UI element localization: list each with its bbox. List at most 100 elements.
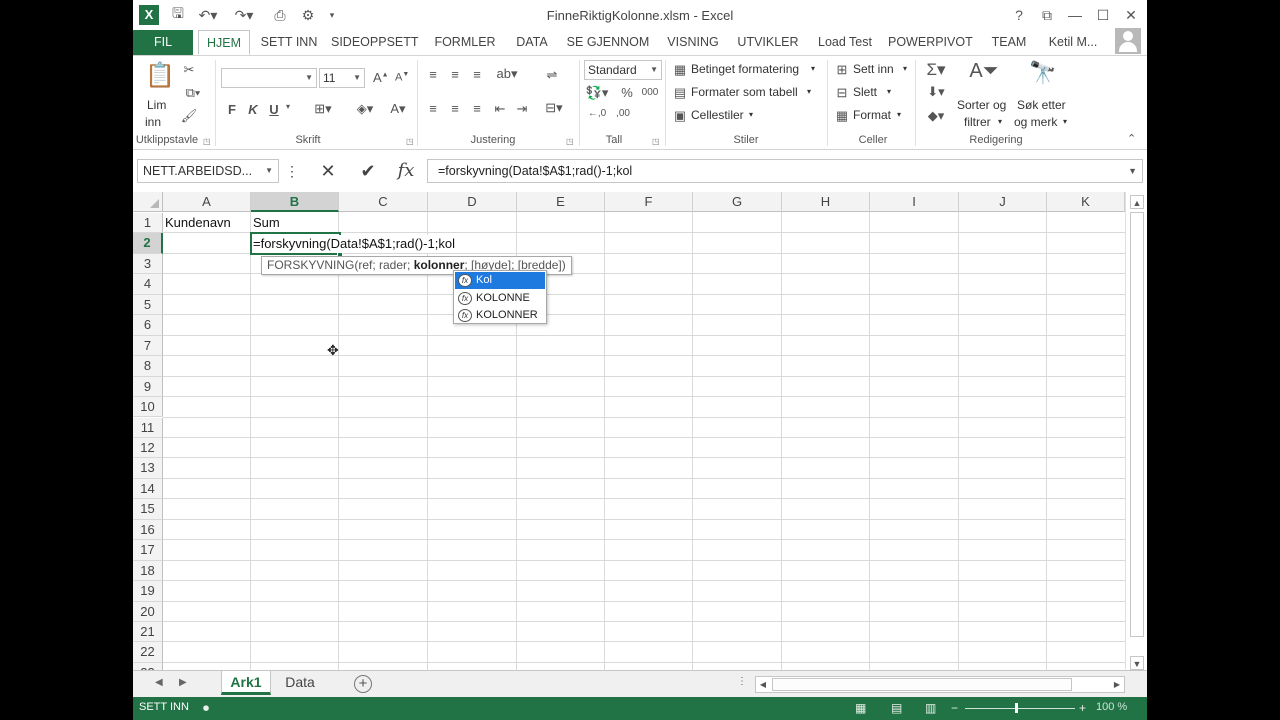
find-select-label-1[interactable]: Søk etter [1017, 98, 1066, 112]
scroll-left-icon[interactable]: ◀ [756, 678, 770, 691]
italic-button[interactable]: K [246, 102, 260, 117]
conditional-formatting-dropdown-icon[interactable]: ▾ [811, 64, 815, 73]
clipboard-launcher-icon[interactable]: ◳ [203, 137, 211, 146]
find-select-icon[interactable]: 🔭 [1026, 60, 1060, 86]
cell-edit-text[interactable]: =forskyvning(Data!$A$1;rad()-1;kol [253, 235, 457, 253]
format-cells-button[interactable]: Format [853, 108, 891, 122]
sort-filter-label-1[interactable]: Sorter og [957, 98, 1006, 112]
format-as-table-dropdown-icon[interactable]: ▾ [807, 87, 811, 96]
underline-button[interactable]: U [267, 102, 281, 117]
bold-button[interactable]: F [225, 102, 239, 117]
format-as-table-button[interactable]: Formater som tabell [691, 85, 798, 99]
delete-cells-icon[interactable]: ⊟ [834, 85, 850, 101]
conditional-formatting-button[interactable]: Betinget formatering [691, 62, 799, 76]
cell-styles-icon[interactable]: ▣ [672, 108, 688, 124]
page-layout-view-icon[interactable]: ▤ [891, 701, 902, 715]
column-header-b[interactable]: B [251, 192, 339, 212]
tab-developer[interactable]: UTVIKLER [734, 30, 802, 55]
thousands-icon[interactable]: 000 [640, 87, 660, 98]
help-button[interactable]: ? [1007, 5, 1031, 25]
wrap-text-icon[interactable]: ⇌ [543, 67, 561, 83]
select-all-button[interactable] [133, 192, 163, 212]
formula-input[interactable]: =forskyvning(Data!$A$1;rad()-1;kol ▼ [427, 159, 1143, 183]
row-header-1[interactable]: 1 [133, 213, 163, 234]
tab-insert[interactable]: SETT INN [256, 30, 322, 55]
insert-cells-button[interactable]: Sett inn [853, 62, 894, 76]
collapse-ribbon-icon[interactable]: ⌃ [1127, 132, 1136, 145]
user-avatar[interactable] [1115, 28, 1141, 54]
worksheet-grid[interactable]: A B C D E F G H I J K 1 2 3 4 5 6 7 8 9 10 11 12 13 1… [133, 192, 1125, 670]
row-header-11[interactable]: 11 [133, 417, 163, 438]
scroll-down-icon[interactable]: ▼ [1130, 656, 1144, 670]
insert-function-icon[interactable]: fx [393, 159, 419, 183]
row-header-15[interactable]: 15 [133, 499, 163, 520]
cell-styles-button[interactable]: Cellestiler [691, 108, 744, 122]
zoom-slider-knob[interactable] [1015, 703, 1018, 713]
row-header-13[interactable]: 13 [133, 458, 163, 479]
scroll-up-icon[interactable]: ▲ [1130, 195, 1144, 209]
find-select-dropdown-icon[interactable]: ▾ [1063, 117, 1067, 126]
align-top-icon[interactable]: ≡ [424, 67, 442, 82]
column-header-k[interactable]: K [1047, 192, 1125, 212]
borders-icon[interactable]: ⊞▾ [309, 101, 337, 117]
autocomplete-item[interactable]: fx KOLONNER [455, 307, 545, 324]
row-header-5[interactable]: 5 [133, 294, 163, 316]
name-box[interactable]: NETT.ARBEIDSD... ▼ [137, 159, 279, 183]
tab-file[interactable]: FIL [133, 30, 193, 55]
maximize-button[interactable]: ☐ [1091, 5, 1115, 25]
underline-dropdown-icon[interactable]: ▾ [283, 102, 293, 111]
next-sheet-icon[interactable]: ▶ [179, 677, 187, 688]
tab-data[interactable]: DATA [511, 30, 553, 55]
column-header-g[interactable]: G [693, 192, 782, 212]
sheet-tab-ark1[interactable]: Ark1 [221, 671, 271, 695]
format-cells-icon[interactable]: ▦ [834, 108, 850, 124]
format-cells-dropdown-icon[interactable]: ▾ [897, 110, 901, 119]
find-select-label-2[interactable]: og merk [1014, 115, 1057, 129]
fill-color-icon[interactable]: ◈▾ [351, 101, 379, 117]
row-header-4[interactable]: 4 [133, 274, 163, 295]
autocomplete-list[interactable]: fx Kol fx KOLONNE fx KOLONNER [453, 270, 547, 324]
tab-powerpivot[interactable]: POWERPIVOT [888, 30, 973, 55]
vertical-scrollbar[interactable]: ▲ ▼ [1125, 192, 1147, 670]
row-header-20[interactable]: 20 [133, 601, 163, 622]
font-size-combo[interactable]: 11 ▼ [319, 68, 365, 88]
zoom-in-icon[interactable]: + [1079, 701, 1086, 715]
zoom-level[interactable]: 100 % [1096, 701, 1127, 713]
row-header-6[interactable]: 6 [133, 315, 163, 336]
font-name-combo[interactable]: ▼ [221, 68, 317, 88]
cut-icon[interactable]: ✂ [180, 62, 198, 78]
align-center-icon[interactable]: ≡ [446, 101, 464, 116]
delete-cells-button[interactable]: Slett [853, 85, 877, 99]
close-button[interactable]: ✕ [1119, 5, 1143, 25]
autosum-icon[interactable]: Σ▾ [923, 60, 949, 80]
clear-icon[interactable]: ◆▾ [923, 108, 949, 124]
column-header-h[interactable]: H [782, 192, 870, 212]
shrink-font-icon[interactable]: A▼ [395, 71, 409, 84]
column-header-j[interactable]: J [959, 192, 1047, 212]
merge-center-icon[interactable]: ⊟▾ [539, 100, 569, 116]
autocomplete-item[interactable]: fx Kol [455, 272, 545, 289]
copy-icon[interactable]: ⧉▾ [180, 85, 206, 101]
column-header-i[interactable]: I [870, 192, 959, 212]
number-launcher-icon[interactable]: ◳ [652, 137, 660, 146]
sort-filter-icon[interactable]: A⏷ [967, 60, 1001, 83]
number-format-combo[interactable]: Standard ▼ [584, 60, 662, 80]
row-header-14[interactable]: 14 [133, 478, 163, 500]
delete-cells-dropdown-icon[interactable]: ▾ [887, 87, 891, 96]
decrease-decimal-icon[interactable]: ,00 [613, 108, 633, 119]
tab-page-layout[interactable]: SIDEOPPSETT [331, 30, 419, 55]
zoom-slider[interactable] [965, 708, 1075, 709]
row-header-16[interactable]: 16 [133, 519, 163, 541]
zoom-out-icon[interactable]: − [951, 701, 958, 715]
format-as-table-icon[interactable]: ▤ [672, 85, 688, 101]
column-header-f[interactable]: F [605, 192, 693, 212]
row-header-7[interactable]: 7 [133, 335, 163, 357]
ribbon-display-button[interactable]: ⧉ [1035, 5, 1059, 25]
cancel-entry-icon[interactable]: ✕ [315, 159, 341, 183]
horizontal-scrollbar[interactable]: ◀ ▶ [755, 676, 1125, 693]
tab-review[interactable]: SE GJENNOM [565, 30, 651, 55]
tab-view[interactable]: VISNING [663, 30, 723, 55]
sort-filter-dropdown-icon[interactable]: ▾ [998, 117, 1002, 126]
row-header-9[interactable]: 9 [133, 376, 163, 398]
cell-styles-dropdown-icon[interactable]: ▾ [749, 110, 753, 119]
